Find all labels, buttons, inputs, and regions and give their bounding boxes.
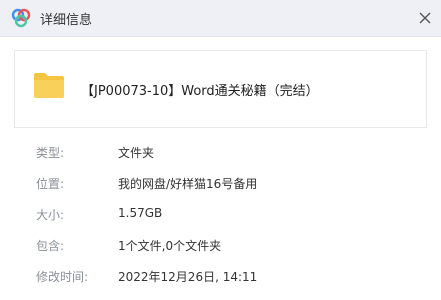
file-name: 【JP00073-10】Word通关秘籍（完结） (81, 84, 319, 99)
detail-label-modified: 修改时间: (36, 270, 89, 284)
detail-value-location: 我的网盘/好样猫16号备用 (118, 177, 258, 191)
close-icon (419, 12, 431, 24)
close-button[interactable] (413, 6, 437, 30)
detail-row-contains: 包含: 1个文件,0个文件夹 (0, 233, 441, 257)
detail-label-size: 大小: (36, 208, 65, 222)
dialog-title: 详细信息 (40, 13, 93, 28)
dialog-titlebar: 详细信息 (0, 0, 441, 37)
detail-row-size: 大小: 1.57GB (0, 202, 441, 226)
detail-row-location: 位置: 我的网盘/好样猫16号备用 (0, 171, 441, 195)
detail-row-type: 类型: 文件夹 (0, 140, 441, 164)
detail-value-modified: 2022年12月26日, 14:11 (118, 270, 258, 284)
detail-value-contains: 1个文件,0个文件夹 (118, 239, 222, 253)
detail-value-size: 1.57GB (118, 206, 163, 220)
detail-label-type: 类型: (36, 146, 65, 160)
detail-label-location: 位置: (36, 177, 65, 191)
detail-row-modified: 修改时间: 2022年12月26日, 14:11 (0, 264, 441, 288)
detail-value-type: 文件夹 (118, 146, 155, 160)
baidu-netdisk-cloud-icon (11, 8, 31, 28)
detail-label-contains: 包含: (36, 239, 65, 253)
file-summary-panel: 【JP00073-10】Word通关秘籍（完结） (14, 50, 427, 128)
folder-icon (34, 73, 64, 98)
